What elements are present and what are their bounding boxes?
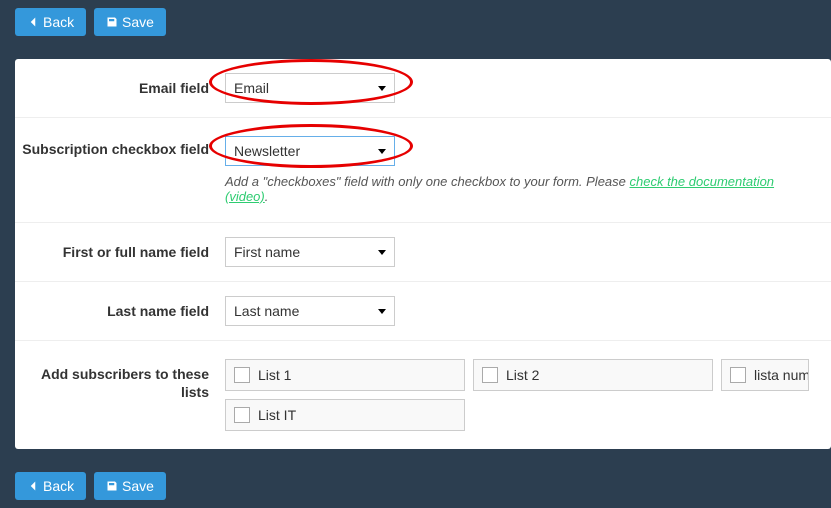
firstname-field-value: First name [234,244,300,260]
checkbox-icon [234,367,250,383]
save-button-label: Save [122,478,154,494]
lastname-field-label: Last name field [15,302,225,320]
list-checkbox-label: List 2 [506,367,539,383]
form-panel: Email field Email Subscription checkbox … [15,59,831,449]
list-checkbox-label: lista num [754,367,809,383]
back-button[interactable]: Back [15,472,86,500]
email-field-label: Email field [15,79,225,97]
list-checkbox-label: List 1 [258,367,291,383]
checkbox-icon [730,367,746,383]
row-lastname-field: Last name field Last name [15,282,831,341]
lists-label: Add subscribers to these lists [15,359,225,401]
top-toolbar: Back Save [0,0,831,44]
lists-checkbox-grid: List 1 List 2 lista num List IT [225,359,815,431]
save-icon [106,480,118,492]
row-firstname-field: First or full name field First name [15,223,831,282]
save-button[interactable]: Save [94,8,166,36]
subscription-field-select[interactable]: Newsletter [225,136,395,166]
chevron-down-icon [378,149,386,154]
row-lists: Add subscribers to these lists List 1 Li… [15,341,831,449]
subscription-help-suffix: . [265,189,269,204]
subscription-field-value: Newsletter [234,143,300,159]
subscription-help-text: Add a "checkboxes" field with only one c… [225,174,815,204]
lastname-field-select[interactable]: Last name [225,296,395,326]
list-checkbox-label: List IT [258,407,296,423]
bottom-toolbar: Back Save [0,464,831,508]
firstname-field-select[interactable]: First name [225,237,395,267]
list-checkbox-item[interactable]: List IT [225,399,465,431]
row-subscription-field: Subscription checkbox field Newsletter A… [15,118,831,223]
subscription-help-prefix: Add a "checkboxes" field with only one c… [225,174,630,189]
email-field-select[interactable]: Email [225,73,395,103]
chevron-left-icon [27,480,39,492]
save-button[interactable]: Save [94,472,166,500]
email-field-value: Email [234,80,269,96]
row-email-field: Email field Email [15,59,831,118]
checkbox-icon [234,407,250,423]
lastname-field-value: Last name [234,303,299,319]
save-icon [106,16,118,28]
back-button-label: Back [43,14,74,30]
list-checkbox-item[interactable]: lista num [721,359,809,391]
firstname-field-label: First or full name field [15,243,225,261]
list-checkbox-item[interactable]: List 1 [225,359,465,391]
checkbox-icon [482,367,498,383]
chevron-down-icon [378,250,386,255]
back-button-label: Back [43,478,74,494]
save-button-label: Save [122,14,154,30]
back-button[interactable]: Back [15,8,86,36]
subscription-field-label: Subscription checkbox field [15,136,225,158]
chevron-down-icon [378,86,386,91]
list-checkbox-item[interactable]: List 2 [473,359,713,391]
chevron-left-icon [27,16,39,28]
chevron-down-icon [378,309,386,314]
